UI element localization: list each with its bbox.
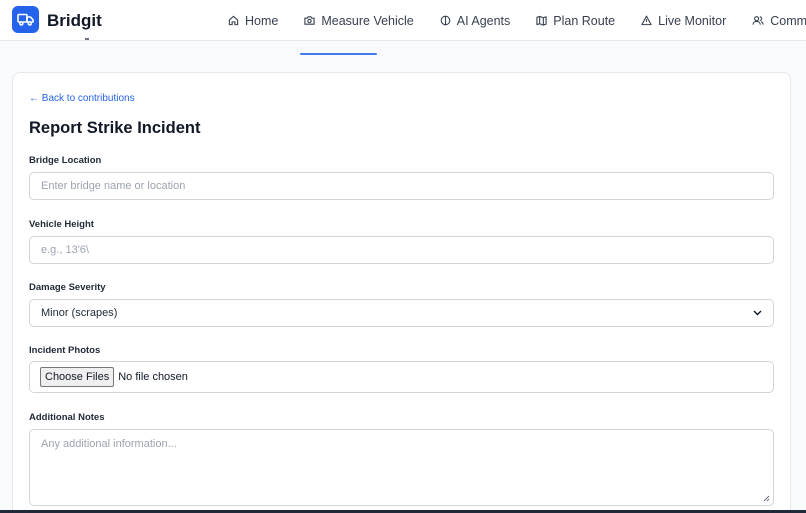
additional-notes-label: Additional Notes xyxy=(29,412,105,423)
nav-community[interactable]: Community xyxy=(750,0,806,41)
nav-home-label: Home xyxy=(245,13,279,28)
users-icon xyxy=(752,16,764,25)
choose-files-button[interactable]: Choose Files xyxy=(40,367,115,387)
nav-plan-route[interactable]: Plan Route xyxy=(534,0,617,41)
bridge-location-input[interactable] xyxy=(29,172,774,200)
damage-severity-select[interactable]: Minor (scrapes) xyxy=(29,299,774,327)
damage-severity-label: Damage Severity xyxy=(29,282,106,293)
resize-grip-icon[interactable] xyxy=(763,495,770,502)
nav-community-label: Community xyxy=(770,13,806,28)
file-status-text: No file chosen xyxy=(118,371,188,383)
nav-home[interactable]: Home xyxy=(226,0,280,41)
nav-ai-agents-label: AI Agents xyxy=(456,13,511,28)
incident-photos-file-input[interactable]: Choose Files No file chosen xyxy=(29,361,774,393)
report-form-card: ← Back to contributions Report Strike In… xyxy=(12,72,791,513)
nav-live-monitor-label: Live Monitor xyxy=(658,13,727,28)
bridge-location-label: Bridge Location xyxy=(29,155,102,166)
nav-measure-vehicle[interactable]: Measure Vehicle xyxy=(302,0,415,41)
additional-notes-wrapper xyxy=(29,429,774,506)
nav-plan-route-label: Plan Route xyxy=(553,13,616,28)
top-navbar: Bridgit Home Measure Vehicle AI Agents P… xyxy=(0,0,806,41)
map-icon xyxy=(536,15,547,26)
vehicle-height-input[interactable] xyxy=(29,236,774,264)
nav-measure-vehicle-label: Measure Vehicle xyxy=(321,13,414,28)
camera-icon xyxy=(304,16,315,25)
back-to-contributions-link[interactable]: ← Back to contributions xyxy=(29,93,135,104)
damage-severity-value: Minor (scrapes) xyxy=(41,307,118,319)
active-tab-indicator xyxy=(300,53,377,55)
home-icon xyxy=(228,15,239,26)
warning-icon xyxy=(641,15,652,26)
truck-logo-icon[interactable] xyxy=(12,6,39,33)
brand-name[interactable]: Bridgit xyxy=(47,11,102,31)
chevron-down-icon xyxy=(753,310,762,316)
main-nav: Home Measure Vehicle AI Agents Plan Rout… xyxy=(226,0,806,41)
scrolled-content-fragment xyxy=(85,38,89,40)
brain-icon xyxy=(440,15,451,26)
additional-notes-textarea[interactable] xyxy=(29,429,774,506)
nav-ai-agents[interactable]: AI Agents xyxy=(438,0,513,41)
incident-photos-label: Incident Photos xyxy=(29,345,101,356)
nav-live-monitor[interactable]: Live Monitor xyxy=(639,0,728,41)
vehicle-height-label: Vehicle Height xyxy=(29,219,94,230)
page-title: Report Strike Incident xyxy=(29,119,201,137)
